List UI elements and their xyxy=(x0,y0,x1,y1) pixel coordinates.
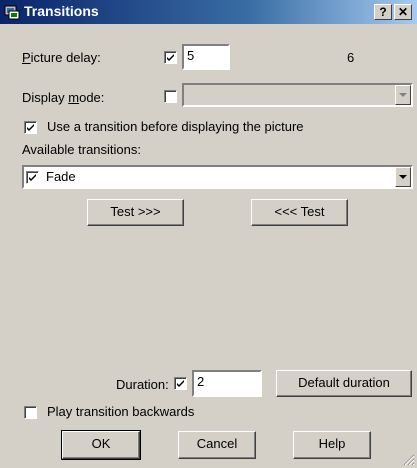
use-transition-checkbox[interactable] xyxy=(24,121,37,134)
display-mode-checkbox[interactable] xyxy=(164,90,177,103)
help-button[interactable]: Help xyxy=(293,431,371,459)
checkmark-icon xyxy=(27,124,34,131)
checkmark-icon xyxy=(177,380,184,387)
duration-checkbox[interactable] xyxy=(174,377,187,390)
display-mode-label: Display mode: xyxy=(22,90,105,105)
transitions-dialog: Transitions ? ✕ Picture delay: 5 6 Displ… xyxy=(0,0,417,468)
picture-delay-input[interactable]: 5 xyxy=(182,44,230,70)
transitions-select[interactable]: Fade xyxy=(22,165,413,189)
picture-delay-extra-value: 6 xyxy=(347,50,355,65)
title-bar[interactable]: Transitions ? ✕ xyxy=(0,0,417,24)
chevron-down-icon[interactable] xyxy=(395,167,411,187)
resize-grip-icon[interactable] xyxy=(403,454,415,466)
test-back-button[interactable]: <<< Test xyxy=(251,199,348,226)
selected-transition: Fade xyxy=(46,169,76,184)
cancel-button[interactable]: Cancel xyxy=(178,431,256,459)
chevron-down-icon[interactable] xyxy=(395,85,411,105)
available-transitions-label: Available transitions: xyxy=(22,142,141,157)
duration-input[interactable]: 2 xyxy=(192,370,262,397)
play-backwards-checkbox[interactable] xyxy=(24,406,37,419)
close-icon[interactable]: ✕ xyxy=(394,4,412,20)
play-backwards-label: Play transition backwards xyxy=(47,404,195,419)
help-title-button[interactable]: ? xyxy=(374,4,392,20)
default-duration-button[interactable]: Default duration xyxy=(276,370,412,397)
picture-delay-label: Picture delay: xyxy=(22,50,101,65)
window-title: Transitions xyxy=(24,3,99,19)
ok-button[interactable]: OK xyxy=(61,430,141,460)
use-transition-label: Use a transition before displaying the p… xyxy=(47,119,304,134)
app-icon xyxy=(4,5,20,20)
test-forward-button[interactable]: Test >>> xyxy=(87,199,184,226)
transition-checkbox[interactable] xyxy=(26,171,39,184)
checkmark-icon xyxy=(29,174,36,181)
picture-delay-checkbox[interactable] xyxy=(164,51,177,64)
checkmark-icon xyxy=(167,54,174,61)
duration-label: Duration: xyxy=(116,377,169,392)
display-mode-select[interactable] xyxy=(182,83,413,107)
